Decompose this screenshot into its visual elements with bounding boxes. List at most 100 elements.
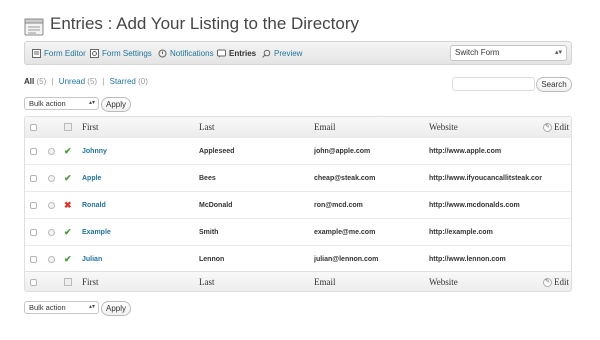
table-header-row: First Last Email Website ✎ Edit [25,117,571,138]
pencil-icon: ✎ [543,122,552,132]
entry-website: http://www.ifyoucancallitsteak.cor [429,174,542,182]
table-row: ✔ Example Smith example@me.com http://exampl… [25,219,571,246]
switch-form-select[interactable]: Switch Form ▴▾ [450,45,567,61]
entry-last-name: Appleseed [199,147,235,155]
entry-last-name: Lennon [199,255,225,263]
form-settings-label: Form Settings [102,48,152,58]
filter-unread-count: (5) [87,77,98,86]
entries-icon [217,49,226,57]
entry-website: http://www.apple.com [429,147,502,155]
filter-starred-count: (0) [138,77,148,86]
page-title: Entries : Add Your Listing to the Direct… [50,14,360,33]
notifications-label: Notifications [170,48,214,58]
row-checkbox[interactable] [30,174,37,182]
form-settings-icon [90,48,99,58]
column-footer-website[interactable]: Website [429,272,458,291]
table-footer-row: First Last Email Website ✎ Edit [25,271,571,291]
magnifier-icon [262,49,271,58]
preview-link[interactable]: Preview [262,42,302,64]
entries-link[interactable]: Entries [217,42,256,64]
entries-page-icon [24,18,44,36]
filter-unread[interactable]: Unread [59,77,85,86]
edit-label: Edit [554,277,569,287]
edit-columns-link[interactable]: ✎ Edit [543,117,569,137]
select-all-checkbox-footer[interactable] [30,278,37,286]
filter-separator: | [51,77,54,86]
entry-email: julian@lennon.com [314,255,379,263]
notifications-link[interactable]: Notifications [158,42,214,64]
star-toggle-icon[interactable] [48,228,55,236]
entry-first-name-link[interactable]: Julian [82,246,102,272]
select-arrows-icon: ▴▾ [88,100,95,106]
column-footer-first[interactable]: First [82,272,99,291]
entry-email: ron@mcd.com [314,201,363,209]
table-row: ✔ Julian Lennon julian@lennon.com http://www… [25,246,571,273]
row-checkbox[interactable] [30,228,37,236]
edit-columns-link-footer[interactable]: ✎ Edit [543,272,569,291]
star-toggle-icon[interactable] [48,174,55,182]
edit-label: Edit [554,122,569,132]
filter-all[interactable]: All [24,77,34,86]
preview-label: Preview [274,48,303,58]
apply-button-bottom[interactable]: Apply [101,301,131,316]
row-checkbox[interactable] [30,147,37,155]
table-row: ✔ Apple Bees cheap@steak.com http://www.ifyo… [25,165,571,192]
column-options-icon[interactable] [64,278,72,286]
column-header-website[interactable]: Website [429,117,458,137]
star-toggle-icon[interactable] [48,255,55,263]
row-checkbox[interactable] [30,201,37,209]
approved-check-icon[interactable]: ✔ [64,165,72,191]
form-editor-label: Form Editor [44,48,86,58]
pencil-icon: ✎ [543,277,552,287]
filter-separator: | [102,77,105,86]
table-row: ✖ Ronald McDonald ron@mcd.com http://www.mcd… [25,192,571,219]
entry-last-name: McDonald [199,201,233,209]
form-settings-link[interactable]: Form Settings [90,42,152,64]
entry-first-name-link[interactable]: Apple [82,165,101,191]
approved-check-icon[interactable]: ✔ [64,246,72,272]
entry-last-name: Bees [199,174,216,182]
column-footer-last[interactable]: Last [199,272,215,291]
entry-email: cheap@steak.com [314,174,376,182]
entry-email: john@apple.com [314,147,371,155]
search-button[interactable]: Search [536,77,572,92]
notifications-icon [158,49,167,57]
entry-website: http://example.com [429,228,493,236]
approved-check-icon[interactable]: ✔ [64,219,72,245]
switch-form-label: Switch Form [455,48,500,57]
select-arrows-icon: ▴▾ [554,49,562,56]
form-editor-link[interactable]: Form Editor [32,42,86,64]
star-toggle-icon[interactable] [48,147,55,155]
rejected-x-icon[interactable]: ✖ [64,192,72,218]
column-options-icon[interactable] [64,123,72,131]
entry-filters: All (5) | Unread (5) | Starred (0) [24,77,148,86]
filter-all-count: (5) [36,77,47,86]
entry-first-name-link[interactable]: Johnny [82,138,107,164]
entry-last-name: Smith [199,228,219,236]
entry-first-name-link[interactable]: Example [82,219,111,245]
entries-label: Entries [229,48,257,58]
bulk-action-select-top[interactable]: Bulk action ▴▾ [24,97,99,110]
entry-website: http://www.mcdonalds.com [429,201,520,209]
bulk-action-select-bottom[interactable]: Bulk action ▴▾ [24,301,99,314]
column-header-last[interactable]: Last [199,117,215,137]
star-toggle-icon[interactable] [48,201,55,209]
row-checkbox[interactable] [30,255,37,263]
bulk-action-label: Bulk action [29,303,66,312]
apply-button-top[interactable]: Apply [101,97,131,112]
search-input[interactable] [452,77,535,91]
select-all-checkbox[interactable] [30,123,37,131]
table-row: ✔ Johnny Appleseed john@apple.com http://www… [25,138,571,165]
column-header-first[interactable]: First [82,117,99,137]
column-header-email[interactable]: Email [314,117,336,137]
form-editor-icon [32,48,41,58]
form-toolbar: Form Editor Form Settings Notifications … [24,41,572,65]
approved-check-icon[interactable]: ✔ [64,138,72,164]
entry-website: http://www.lennon.com [429,255,506,263]
entry-first-name-link[interactable]: Ronald [82,192,106,218]
column-footer-email[interactable]: Email [314,272,336,291]
entry-email: example@me.com [314,228,376,236]
entries-table: First Last Email Website ✎ Edit ✔ Johnny A… [24,116,572,292]
filter-starred[interactable]: Starred [110,77,136,86]
select-arrows-icon: ▴▾ [88,304,95,310]
